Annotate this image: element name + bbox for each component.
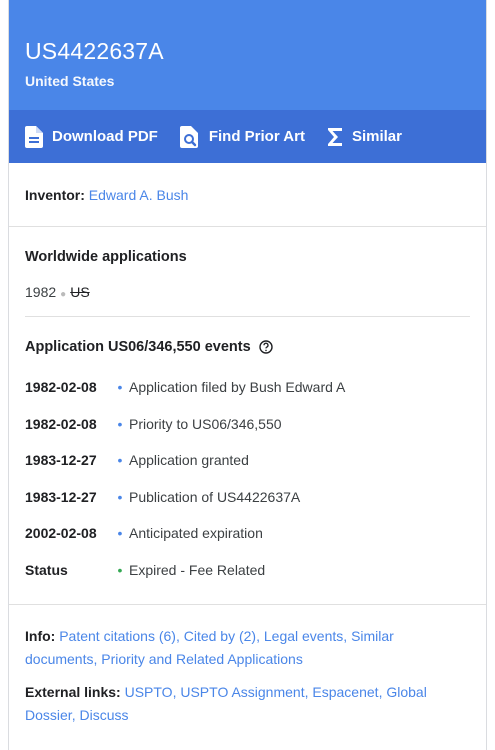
- patent-card: US4422637A United States Download PDF Fi…: [8, 0, 487, 750]
- find-prior-art-button[interactable]: Find Prior Art: [179, 125, 305, 148]
- event-row: Status • Expired - Fee Related: [25, 552, 470, 589]
- worldwide-row: 1982 ● US: [25, 284, 470, 317]
- info-links: Patent citations (6), Cited by (2), Lega…: [25, 628, 394, 667]
- event-dot: •: [117, 561, 123, 578]
- event-date: 1982-02-08: [25, 379, 97, 396]
- link-separator: ,: [256, 628, 264, 644]
- action-bar: Download PDF Find Prior Art Similar: [9, 110, 486, 163]
- similar-button[interactable]: Similar: [327, 127, 402, 147]
- external-links-label: External links:: [25, 684, 121, 700]
- event-date: 1983-12-27: [25, 488, 97, 505]
- event-row: 1983-12-27 • Publication of US4422637A: [25, 479, 470, 516]
- event-dot: •: [117, 525, 123, 542]
- find-prior-art-label: Find Prior Art: [208, 128, 305, 145]
- event-text: Publication of US4422637A: [129, 488, 301, 505]
- link-external-2[interactable]: Espacenet: [312, 684, 378, 700]
- event-row: 1982-02-08 • Application filed by Bush Edw…: [25, 369, 470, 406]
- event-dot: •: [117, 488, 123, 505]
- event-text: Expired - Fee Related: [129, 561, 266, 578]
- event-dot: •: [117, 379, 123, 396]
- event-list: 1982-02-08 • Application filed by Bush Edw…: [25, 369, 470, 588]
- search-document-icon: [179, 125, 198, 148]
- events-title: Application US06/346,550 events: [25, 339, 251, 355]
- event-text: Application granted: [129, 452, 249, 469]
- info-section: Info: Patent citations (6), Cited by (2)…: [9, 605, 486, 727]
- event-date: 2002-02-08: [25, 525, 97, 542]
- link-external-0[interactable]: USPTO: [125, 684, 173, 700]
- events-title-row: Application US06/346,550 events: [25, 339, 470, 355]
- worldwide-applications-section: Worldwide applications 1982 ● US: [9, 227, 486, 317]
- application-events-section: Application US06/346,550 events 1982-02-…: [9, 317, 486, 605]
- event-text: Priority to US06/346,550: [129, 415, 282, 432]
- patent-header: US4422637A United States: [9, 0, 486, 110]
- event-dot: •: [117, 452, 123, 469]
- document-icon: [25, 125, 43, 148]
- event-row: 2002-02-08 • Anticipated expiration: [25, 515, 470, 552]
- event-date: 1983-12-27: [25, 452, 97, 469]
- publication-number: US4422637A: [25, 38, 164, 64]
- event-text: Anticipated expiration: [129, 525, 263, 542]
- link-info-1[interactable]: Cited by (2): [184, 628, 256, 644]
- event-date: 1982-02-08: [25, 415, 97, 432]
- external-links-line: External links: USPTO, USPTO Assignment,…: [25, 681, 470, 727]
- link-separator: ,: [343, 628, 352, 644]
- inventor-label: Inventor:: [25, 186, 85, 203]
- event-dot: •: [117, 415, 123, 432]
- info-line: Info: Patent citations (6), Cited by (2)…: [25, 625, 470, 671]
- worldwide-title: Worldwide applications: [25, 249, 187, 265]
- download-pdf-button[interactable]: Download PDF: [25, 125, 158, 148]
- inventor-link[interactable]: Edward A. Bush: [89, 187, 189, 203]
- event-date: Status: [25, 561, 68, 578]
- download-pdf-label: Download PDF: [52, 128, 158, 145]
- event-text: Application filed by Bush Edward A: [129, 379, 346, 396]
- link-separator: ,: [175, 628, 184, 644]
- link-info-4[interactable]: Priority and Related Applications: [101, 651, 303, 667]
- event-row: 1983-12-27 • Application granted: [25, 442, 470, 479]
- event-row: 1982-02-08 • Priority to US06/346,550: [25, 406, 470, 443]
- inventor-section: Inventor: Edward A. Bush: [9, 163, 486, 227]
- link-info-2[interactable]: Legal events: [264, 628, 343, 644]
- similar-label: Similar: [351, 128, 402, 145]
- link-info-0[interactable]: Patent citations (6): [59, 628, 176, 644]
- worldwide-year: 1982: [25, 284, 57, 300]
- sigma-icon: [327, 127, 342, 146]
- country-label: United States: [25, 73, 115, 89]
- worldwide-country-code[interactable]: US: [70, 284, 89, 300]
- link-external-4[interactable]: Discuss: [79, 707, 128, 723]
- help-icon[interactable]: [258, 340, 273, 354]
- info-label: Info:: [25, 628, 56, 644]
- separator-dot: ●: [60, 289, 67, 300]
- link-external-1[interactable]: USPTO Assignment: [180, 684, 304, 700]
